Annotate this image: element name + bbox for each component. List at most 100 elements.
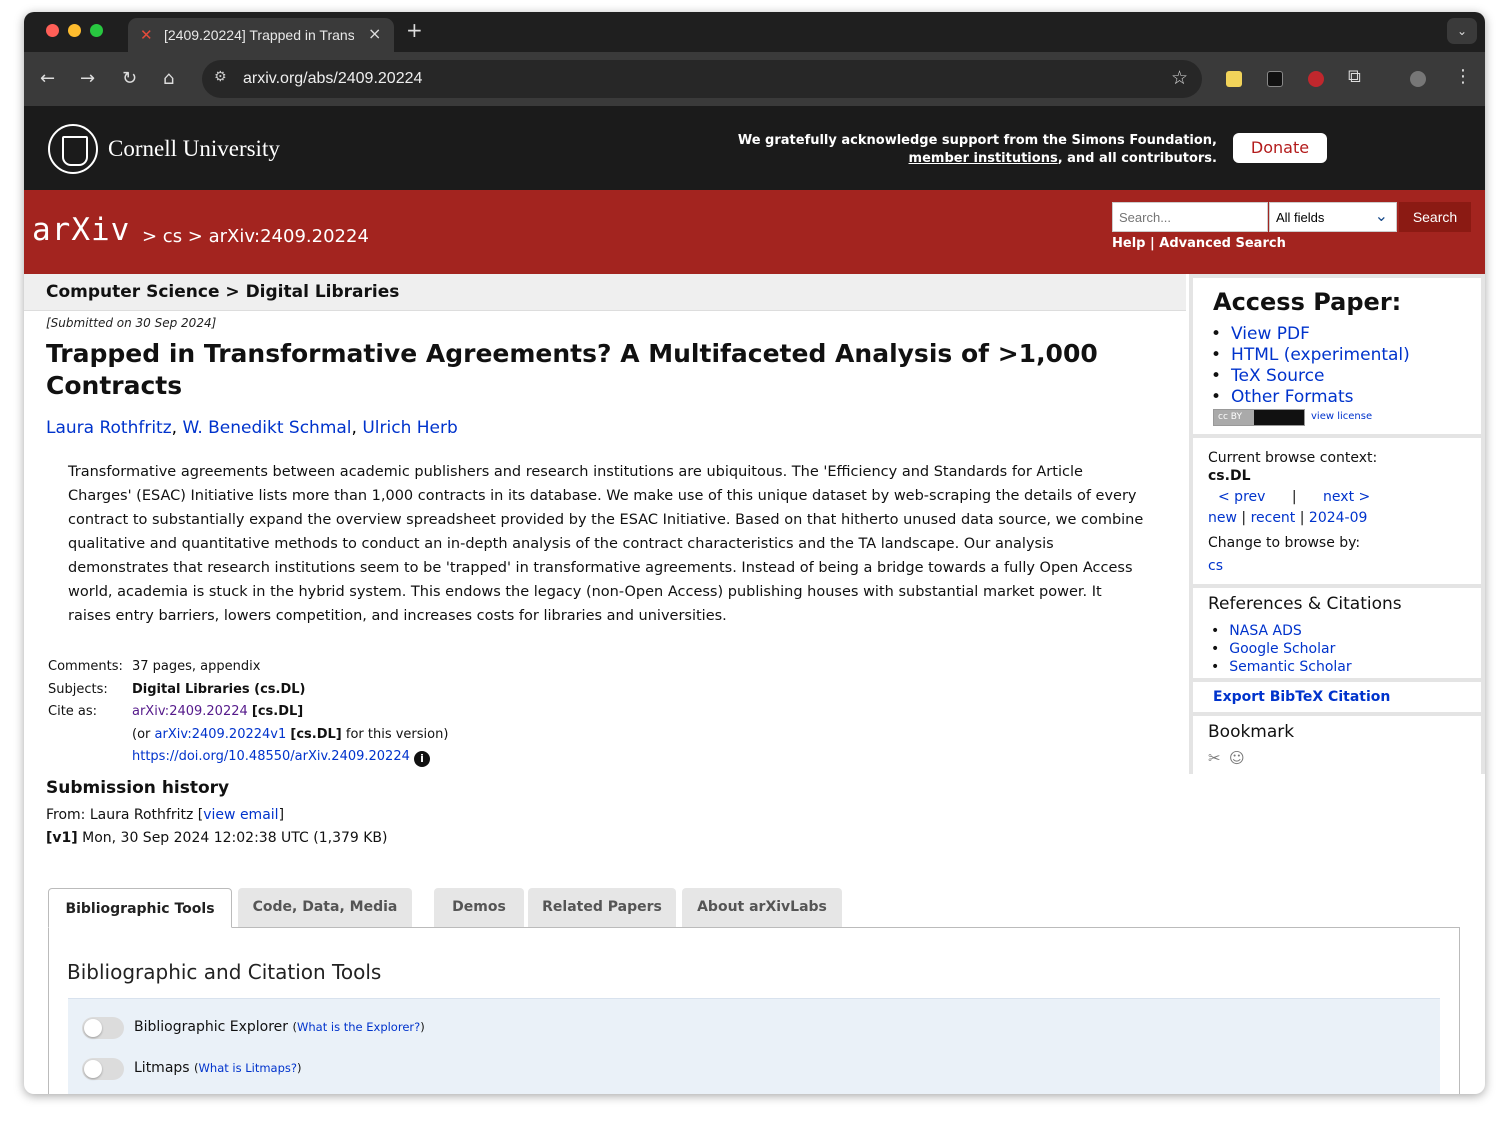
address-bar[interactable]: ⚙ arxiv.org/abs/2409.20224 ☆ [202, 60, 1202, 98]
browser-tab[interactable]: ✕ [2409.20224] Trapped in Transformative… [128, 18, 394, 52]
member-institutions-link[interactable]: member institutions [909, 151, 1058, 166]
ublock-icon[interactable] [1308, 71, 1324, 87]
browse-cs-link[interactable]: cs [1208, 558, 1223, 574]
labs-panel: Bibliographic and Citation Tools Bibliog… [48, 927, 1460, 1094]
access-paper-heading: Access Paper: [1213, 288, 1402, 316]
reload-icon[interactable]: ↻ [122, 68, 137, 89]
minimize-window-button[interactable] [68, 24, 81, 37]
html-link[interactable]: HTML (experimental) [1231, 345, 1410, 365]
info-icon[interactable]: i [414, 751, 431, 767]
bibsonomy-icon[interactable]: ✂ [1208, 748, 1221, 769]
doi-link[interactable]: https://doi.org/10.48550/arXiv.2409.2022… [132, 749, 410, 764]
url-text[interactable]: arxiv.org/abs/2409.20224 [243, 70, 422, 88]
subjects-value: Digital Libraries (cs.DL) [132, 681, 306, 697]
extensions-puzzle-icon[interactable]: ⧉ [1348, 66, 1361, 87]
litmaps-help-link[interactable]: What is Litmaps? [199, 1061, 297, 1075]
bookmark-star-icon[interactable]: ☆ [1171, 67, 1188, 89]
search-button[interactable]: Search [1399, 202, 1471, 232]
maximize-window-button[interactable] [90, 24, 103, 37]
help-link[interactable]: Help [1112, 236, 1145, 251]
close-tab-icon[interactable]: × [368, 24, 381, 43]
explorer-help-link[interactable]: What is the Explorer? [297, 1020, 420, 1034]
references-box: References & Citations NASA ADS Google S… [1193, 588, 1481, 678]
cite-link[interactable]: arXiv:2409.20224 [132, 704, 248, 719]
cc-by-license-badge[interactable]: cc BY [1213, 409, 1305, 426]
category-heading: Computer Science > Digital Libraries [46, 282, 400, 302]
forward-arrow-icon[interactable]: → [80, 68, 95, 89]
lock-extension-icon[interactable] [1267, 71, 1283, 87]
new-tab-icon[interactable]: + [406, 18, 423, 42]
google-scholar-link[interactable]: Google Scholar [1229, 641, 1335, 657]
breadcrumb[interactable]: > cs > arXiv:2409.20224 [142, 226, 369, 247]
export-bibtex-link[interactable]: Export BibTeX Citation [1213, 687, 1390, 708]
tab-about-arxivlabs[interactable]: About arXivLabs [682, 888, 842, 928]
notes-extension-icon[interactable] [1226, 71, 1242, 87]
tab-demos[interactable]: Demos [434, 888, 524, 928]
close-window-button[interactable] [46, 24, 59, 37]
change-browse-label: Change to browse by: [1208, 535, 1361, 551]
support-line-1: We gratefully acknowledge support from t… [737, 133, 1217, 148]
nasa-ads-link[interactable]: NASA ADS [1229, 623, 1301, 639]
labs-panel-heading: Bibliographic and Citation Tools [67, 960, 382, 984]
tab-strip: ✕ [2409.20224] Trapped in Transformative… [24, 12, 1485, 52]
view-pdf-link[interactable]: View PDF [1231, 324, 1310, 344]
cornell-name[interactable]: Cornell University [108, 136, 280, 162]
site-settings-icon[interactable]: ⚙ [214, 69, 227, 85]
references-heading: References & Citations [1208, 594, 1402, 614]
reddit-icon[interactable]: ☺ [1229, 748, 1245, 769]
subjects-label: Subjects: [48, 681, 108, 697]
access-paper-box: Access Paper: View PDF HTML (experimenta… [1193, 278, 1481, 434]
prev-link[interactable]: < prev [1218, 489, 1265, 505]
access-links: View PDF HTML (experimental) TeX Source … [1211, 324, 1410, 408]
donate-button[interactable]: Donate [1233, 133, 1327, 163]
view-email-link[interactable]: view email [203, 807, 278, 823]
chevron-down-icon[interactable]: ⌄ [1447, 18, 1477, 44]
semantic-scholar-link[interactable]: Semantic Scholar [1229, 659, 1351, 675]
bookmark-box: Bookmark ✂ ☺ [1193, 716, 1481, 780]
bibliographic-explorer-toggle[interactable] [82, 1017, 124, 1039]
submission-history-heading: Submission history [46, 778, 230, 798]
cornell-header: Cornell University We gratefully acknowl… [24, 106, 1485, 190]
new-link[interactable]: new [1208, 510, 1237, 526]
more-menu-icon[interactable]: ⋮ [1454, 66, 1472, 87]
search-box[interactable] [1112, 202, 1268, 232]
abstract: Transformative agreements between academ… [68, 464, 1144, 624]
author-link[interactable]: Ulrich Herb [362, 418, 457, 438]
author-list: Laura Rothfritz, W. Benedikt Schmal, Ulr… [46, 418, 458, 438]
cornell-seal-icon[interactable] [48, 124, 98, 174]
cite-version-link[interactable]: arXiv:2409.20224v1 [155, 727, 287, 742]
search-help-links: Help | Advanced Search [1112, 236, 1286, 251]
comments-value: 37 pages, appendix [132, 659, 261, 674]
next-link[interactable]: next > [1323, 489, 1370, 505]
advanced-search-link[interactable]: Advanced Search [1159, 236, 1286, 251]
browse-context-value: cs.DL [1208, 468, 1251, 484]
support-line-2: , and all contributors. [1057, 151, 1217, 166]
recent-link[interactable]: recent [1251, 510, 1296, 526]
paper-metadata: Comments: 37 pages, appendix Subjects: Dig… [48, 656, 448, 769]
tab-code-data-media[interactable]: Code, Data, Media [238, 888, 412, 928]
submission-date: [Submitted on 30 Sep 2024] [46, 316, 217, 330]
references-links: NASA ADS Google Scholar Semantic Scholar [1211, 622, 1351, 676]
other-formats-link[interactable]: Other Formats [1231, 387, 1353, 407]
tab-bibliographic-tools[interactable]: Bibliographic Tools [48, 888, 232, 928]
search-field-select[interactable]: All fields ⌄ [1269, 202, 1397, 232]
browse-context-box: Current browse context: cs.DL < prev | n… [1193, 438, 1481, 584]
tab-related-papers[interactable]: Related Papers [528, 888, 676, 928]
tex-source-link[interactable]: TeX Source [1231, 366, 1324, 386]
profile-avatar-icon[interactable] [1410, 71, 1426, 87]
litmaps-label: Litmaps (What is Litmaps?) [134, 1060, 302, 1076]
comments-label: Comments: [48, 659, 123, 674]
cite-label: Cite as: [48, 704, 98, 719]
tools-list: Bibliographic Explorer (What is the Expl… [68, 998, 1440, 1094]
month-link[interactable]: 2024-09 [1309, 510, 1368, 526]
author-link[interactable]: Laura Rothfritz [46, 418, 172, 438]
litmaps-toggle[interactable] [82, 1058, 124, 1080]
back-arrow-icon[interactable]: ← [40, 68, 55, 89]
version-tag: [v1] [46, 830, 78, 846]
home-icon[interactable]: ⌂ [163, 68, 174, 89]
arxiv-logo[interactable]: arXiv [32, 212, 130, 248]
chevron-down-icon: ⌄ [1374, 208, 1388, 225]
author-link[interactable]: W. Benedikt Schmal [182, 418, 351, 438]
search-input[interactable] [1113, 203, 1267, 231]
view-license-link[interactable]: view license [1311, 411, 1372, 422]
